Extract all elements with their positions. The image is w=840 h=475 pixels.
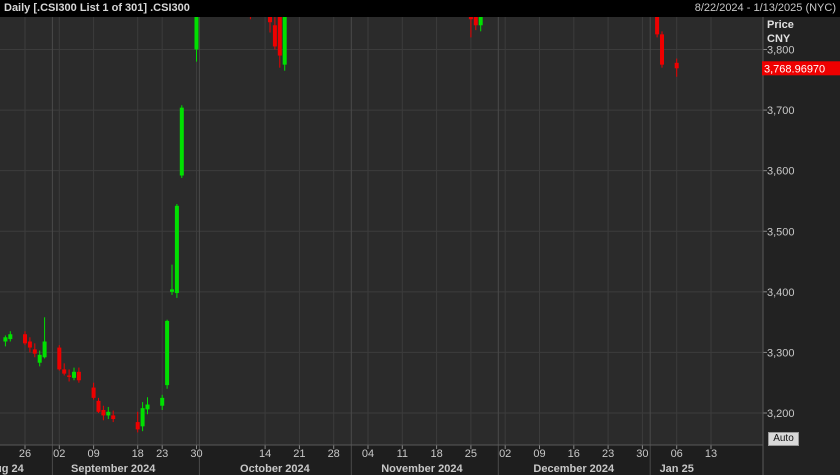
last-price-label: 3,768.96970 [764,63,825,75]
date-tick-label: 28 [328,448,340,460]
candle-down [57,347,62,370]
month-label: Aug 24 [0,463,25,475]
price-tick-label: 3,400 [767,287,795,299]
date-tick-label: 18 [430,448,442,460]
candle-up [3,337,8,342]
candle-down [23,334,27,344]
title-bar: Daily [.CSI300 List 1 of 301] .CSI300 8/… [0,0,840,17]
month-label: September 2024 [71,463,156,475]
date-tick-label: 30 [190,448,202,460]
candle-down [111,415,116,420]
date-tick-label: 23 [156,448,168,460]
candle-down [67,375,72,377]
date-range: 8/22/2024 - 1/13/2025 (NYC) [694,2,836,14]
price-tick-label: 3,600 [767,166,795,178]
candlestick-chart: 3,2003,3003,4003,5003,6003,7003,8003,900… [0,0,840,475]
month-label: November 2024 [381,463,463,475]
price-tick-label: 3,200 [767,408,795,420]
date-tick-label: 13 [705,448,717,460]
candle-down [27,341,32,348]
price-tick-label: 3,800 [767,45,795,57]
price-tick-label: 3,300 [767,347,795,359]
candle-down [96,400,101,412]
candle-up [140,408,145,427]
candle-down [660,34,664,65]
candle-down [277,13,282,56]
price-tick-label: 3,700 [767,105,795,117]
date-tick-label: 25 [465,448,477,460]
auto-scale-button[interactable]: Auto [768,432,799,446]
candle-down [32,349,37,354]
candle-up [145,404,150,410]
date-tick-label: 23 [602,448,614,460]
candle-up [106,411,111,416]
month-label: Jan 25 [660,463,694,475]
candle-down [91,387,96,398]
date-tick-label: 09 [87,448,99,460]
date-tick-label: 11 [397,448,408,460]
candle-up [72,371,76,378]
axis-panel-background [763,17,840,475]
date-tick-label: 26 [19,448,31,460]
date-tick-label: 02 [53,448,65,460]
candle-down [674,62,679,69]
date-tick-label: 21 [293,448,305,460]
date-tick-label: 04 [362,448,374,460]
date-tick-label: 30 [636,448,648,460]
candle-up [165,320,170,386]
candle-up [42,341,47,358]
date-tick-label: 06 [671,448,683,460]
candle-up [8,334,13,340]
candle-down [62,369,67,374]
candle-up [179,107,184,176]
date-tick-label: 09 [533,448,545,460]
month-label: October 2024 [240,463,311,475]
chart-title: Daily [.CSI300 List 1 of 301] .CSI300 [4,2,190,14]
candle-down [76,371,81,381]
candle-down [135,422,140,430]
candle-up [160,397,165,406]
price-axis-title: Price [767,19,794,31]
candle-up [170,289,174,292]
candle-up [37,354,42,363]
date-tick-label: 16 [568,448,580,460]
date-tick-label: 18 [132,448,144,460]
date-tick-label: 02 [499,448,511,460]
price-tick-label: 3,500 [767,226,795,238]
candle-down [101,409,106,416]
currency-label: CNY [767,33,791,45]
date-tick-label: 14 [259,448,271,460]
month-label: December 2024 [533,463,615,475]
candle-up [174,205,179,294]
candle-down [272,25,277,47]
